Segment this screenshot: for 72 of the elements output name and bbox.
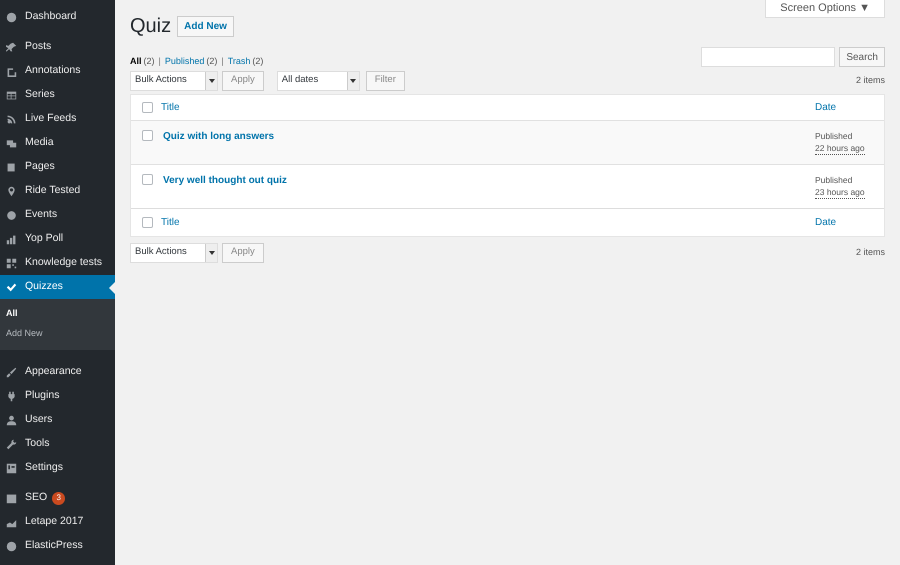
menu-item[interactable]: Quizzes (0, 275, 115, 299)
submenu-item[interactable]: All (0, 304, 115, 324)
page-title: Quiz (130, 14, 172, 39)
search-button[interactable]: Search (839, 47, 885, 67)
sliders-icon (6, 462, 17, 474)
item-count: 2 items (856, 246, 885, 259)
separator: | (221, 55, 224, 68)
page-icon (6, 162, 17, 172)
filter-count: (2) (206, 55, 218, 68)
table-icon (6, 90, 17, 100)
add-new-button[interactable]: Add New (177, 16, 234, 36)
circle-icon (6, 540, 17, 552)
plug-icon (6, 390, 17, 402)
menu-item[interactable]: Settings (0, 456, 115, 480)
post-status: Published (815, 130, 854, 142)
separator: | (158, 55, 161, 68)
filter-link[interactable]: Published (164, 55, 204, 68)
menu-item[interactable]: Media (0, 131, 115, 155)
menu-item[interactable]: SEO 3 (0, 486, 115, 510)
menu-item[interactable]: Yop Poll (0, 227, 115, 251)
menu-item[interactable]: Pages (0, 155, 115, 179)
pin-icon (6, 42, 17, 52)
menu-item[interactable]: Appearance (0, 360, 115, 384)
post-date: 22 hours ago (815, 142, 865, 154)
menu-item[interactable]: Users (0, 408, 115, 432)
dropdown[interactable]: All dates (276, 70, 360, 90)
filter-count: (2) (252, 55, 264, 68)
column-header-link[interactable]: Title (161, 214, 180, 230)
dropdown[interactable]: Bulk Actions (130, 70, 218, 90)
brush-icon (6, 366, 17, 378)
filter-count: (2) (144, 55, 155, 68)
notification-badge: 3 (52, 492, 66, 504)
menu-item[interactable]: Plugins (0, 384, 115, 408)
menu-item[interactable]: Letape 2017 (0, 510, 115, 534)
check-icon (6, 282, 17, 292)
user-icon (6, 414, 17, 426)
submenu-item[interactable]: Add New (0, 324, 115, 344)
search-field[interactable] (701, 47, 836, 67)
column-header-link[interactable]: Date (815, 100, 884, 114)
post-date: 23 hours ago (815, 186, 865, 198)
menu-item[interactable]: Knowledge tests (0, 251, 115, 275)
filter-link[interactable]: Trash (228, 55, 250, 68)
menu-item[interactable]: Ride Tested (0, 179, 115, 203)
filter-link[interactable]: All (130, 55, 142, 68)
item-count: 2 items (856, 74, 885, 87)
dropdown[interactable]: Bulk Actions (130, 242, 218, 262)
post-status: Published (815, 174, 854, 186)
menu-item[interactable]: Posts (0, 35, 115, 59)
column-header-link[interactable]: Title (161, 100, 180, 114)
checkbox[interactable] (142, 174, 152, 184)
menu-item[interactable]: ElasticPress (0, 534, 115, 558)
checkbox[interactable] (142, 216, 152, 228)
menu-item[interactable]: Live Feeds (0, 107, 115, 131)
caret-icon (208, 250, 214, 254)
wrench-icon (6, 438, 17, 450)
menu-item[interactable]: Tools (0, 432, 115, 456)
rss-icon (6, 114, 17, 124)
checkbox[interactable] (142, 130, 152, 140)
post-title-link[interactable]: Very well thought out quiz (163, 172, 287, 188)
caret-icon (208, 78, 214, 82)
location-pin-icon (6, 186, 17, 196)
column-header-link[interactable]: Date (815, 214, 884, 230)
caret-icon (350, 78, 356, 82)
bar-chart-icon (6, 234, 17, 244)
menu-item[interactable]: Dashboard (0, 5, 115, 29)
menu-item[interactable]: Events (0, 203, 115, 227)
menu-item[interactable]: Annotations (0, 59, 115, 83)
screen-options-button[interactable]: Screen Options ▼ (765, 0, 885, 18)
qr-icon (6, 258, 17, 268)
menu-item[interactable]: Series (0, 83, 115, 107)
post-title-link[interactable]: Quiz with long answers (163, 128, 274, 144)
checkbox[interactable] (142, 102, 152, 112)
